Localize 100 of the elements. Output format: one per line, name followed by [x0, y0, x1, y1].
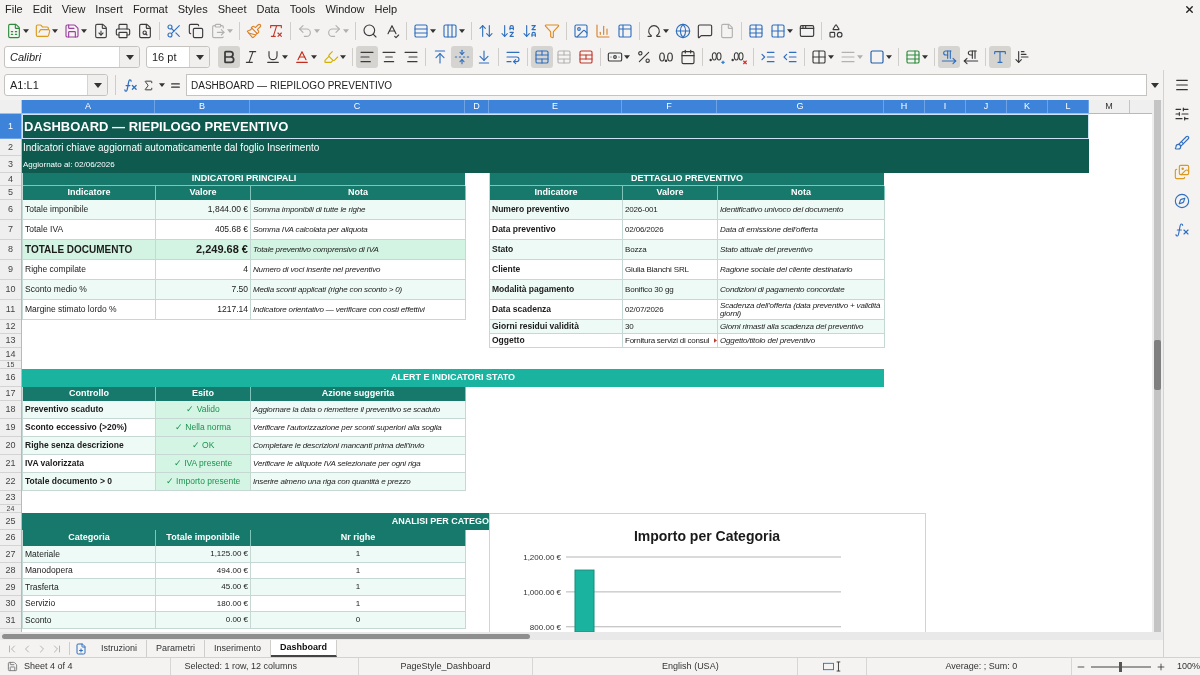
- row-header[interactable]: 22: [0, 473, 21, 491]
- row-header[interactable]: 13: [0, 334, 21, 348]
- font-color-icon: [294, 49, 310, 65]
- brush-icon[interactable]: [1174, 135, 1190, 151]
- menu-item[interactable]: Tools: [284, 1, 321, 17]
- row-header[interactable]: 6: [0, 200, 21, 220]
- row-header[interactable]: 4: [0, 173, 21, 186]
- formula-input[interactable]: DASHBOARD — RIEPILOGO PREVENTIVO: [186, 74, 1147, 96]
- column-header[interactable]: A: [22, 100, 155, 113]
- rows-icon: [413, 23, 429, 39]
- row-header[interactable]: 14: [0, 348, 21, 361]
- row-header[interactable]: 11: [0, 300, 21, 320]
- row-header[interactable]: 12: [0, 320, 21, 334]
- row-header[interactable]: 21: [0, 455, 21, 473]
- menu-item[interactable]: Insert: [90, 1, 128, 17]
- selection-mode-icon[interactable]: [822, 661, 843, 672]
- column-heading-cell: Valore: [156, 186, 251, 200]
- row-header[interactable]: 5: [0, 186, 21, 200]
- row-header[interactable]: 20: [0, 437, 21, 455]
- menu-item[interactable]: Data: [251, 1, 285, 17]
- menu-item[interactable]: Sheet: [212, 1, 252, 17]
- row-header[interactable]: 23: [0, 491, 21, 505]
- sheet-tab[interactable]: Istruzioni: [92, 640, 147, 657]
- menu-item[interactable]: Edit: [27, 1, 57, 17]
- row-header[interactable]: 25: [0, 513, 21, 530]
- horizontal-scrollbar[interactable]: [0, 632, 1163, 640]
- bold-button[interactable]: [218, 46, 240, 68]
- column-header[interactable]: M: [1089, 100, 1130, 113]
- menu-item[interactable]: Help: [369, 1, 403, 17]
- row-header[interactable]: 17: [0, 387, 21, 401]
- table-cell: Materiale: [23, 546, 156, 563]
- row-header[interactable]: 9: [0, 260, 21, 280]
- font-size-combobox[interactable]: 16 pt: [146, 46, 210, 68]
- section-title-cell: ALERT E INDICATORI STATO: [22, 369, 884, 387]
- function-wizard-icon[interactable]: [123, 77, 138, 93]
- sheet-tab[interactable]: Dashboard: [271, 640, 338, 657]
- menu-item[interactable]: View: [56, 1, 91, 17]
- sigma-icon[interactable]: [142, 78, 155, 92]
- align-right-icon: [403, 49, 419, 65]
- name-box[interactable]: A1:L1: [4, 74, 108, 96]
- row-header[interactable]: 18: [0, 401, 21, 419]
- compass-icon[interactable]: [1174, 193, 1190, 209]
- add-sheet-icon[interactable]: [75, 642, 87, 655]
- bar-chart-icon: [595, 23, 611, 39]
- horizontal-text-button[interactable]: [989, 46, 1011, 68]
- column-header[interactable]: L: [1048, 100, 1089, 113]
- spreadsheet-file-icon: [6, 23, 22, 39]
- row-header[interactable]: 27: [0, 546, 21, 563]
- row-header[interactable]: 2: [0, 139, 21, 156]
- left-to-right-button[interactable]: [938, 46, 960, 68]
- row-header[interactable]: 19: [0, 419, 21, 437]
- function-icon[interactable]: [1174, 222, 1190, 238]
- vertical-scrollbar[interactable]: [1154, 100, 1161, 632]
- row-header[interactable]: 26: [0, 530, 21, 546]
- column-header[interactable]: C: [250, 100, 465, 113]
- row-header[interactable]: 16: [0, 369, 21, 387]
- column-header[interactable]: B: [155, 100, 250, 113]
- search-icon: [362, 23, 378, 39]
- column-header[interactable]: H: [884, 100, 925, 113]
- menu-item[interactable]: Format: [127, 1, 173, 17]
- font-name-combobox[interactable]: Calibri: [4, 46, 140, 68]
- align-left-button[interactable]: [356, 46, 378, 68]
- slider-thumb[interactable]: [1119, 661, 1123, 672]
- sliders-icon[interactable]: [1174, 106, 1190, 122]
- column-header[interactable]: D: [465, 100, 489, 113]
- align-middle-button[interactable]: [451, 46, 473, 68]
- column-header[interactable]: J: [966, 100, 1007, 113]
- menu-icon[interactable]: [1174, 77, 1190, 93]
- row-header[interactable]: 30: [0, 596, 21, 612]
- delete-decimal-icon: [731, 49, 747, 65]
- file-download-icon: [93, 23, 109, 39]
- row-header[interactable]: 10: [0, 280, 21, 300]
- column-heading-cell: Valore: [623, 186, 718, 200]
- close-icon[interactable]: [1184, 3, 1195, 15]
- row-header[interactable]: 29: [0, 579, 21, 596]
- column-header[interactable]: G: [717, 100, 884, 113]
- pilcrow-left-icon: [963, 49, 979, 65]
- caret-icon[interactable]: [159, 83, 165, 87]
- sheet-tab[interactable]: Parametri: [147, 640, 206, 657]
- row-header[interactable]: 8: [0, 240, 21, 260]
- zoom-in-icon[interactable]: [1156, 661, 1166, 672]
- table-icon: [617, 23, 633, 39]
- column-heading-cell: Esito: [156, 387, 251, 401]
- row-header[interactable]: 3: [0, 156, 21, 173]
- row-header[interactable]: 31: [0, 612, 21, 629]
- column-header[interactable]: F: [622, 100, 717, 113]
- row-header[interactable]: 7: [0, 220, 21, 240]
- table-cell: Media sconti applicati (righe con sconto > 0): [251, 280, 466, 300]
- menu-item[interactable]: Window: [320, 1, 370, 17]
- menu-item[interactable]: Styles: [172, 1, 213, 17]
- table-cell: Bonifico 30 gg: [623, 280, 718, 300]
- column-header[interactable]: E: [489, 100, 622, 113]
- row-header[interactable]: 28: [0, 563, 21, 579]
- copy-icon: [188, 23, 204, 39]
- column-header[interactable]: I: [925, 100, 966, 113]
- row-header[interactable]: 1: [0, 114, 21, 139]
- menu-item[interactable]: File: [0, 1, 28, 17]
- caret-icon[interactable]: [1151, 82, 1159, 88]
- merge-center-button[interactable]: [531, 46, 553, 68]
- column-header[interactable]: K: [1007, 100, 1048, 113]
